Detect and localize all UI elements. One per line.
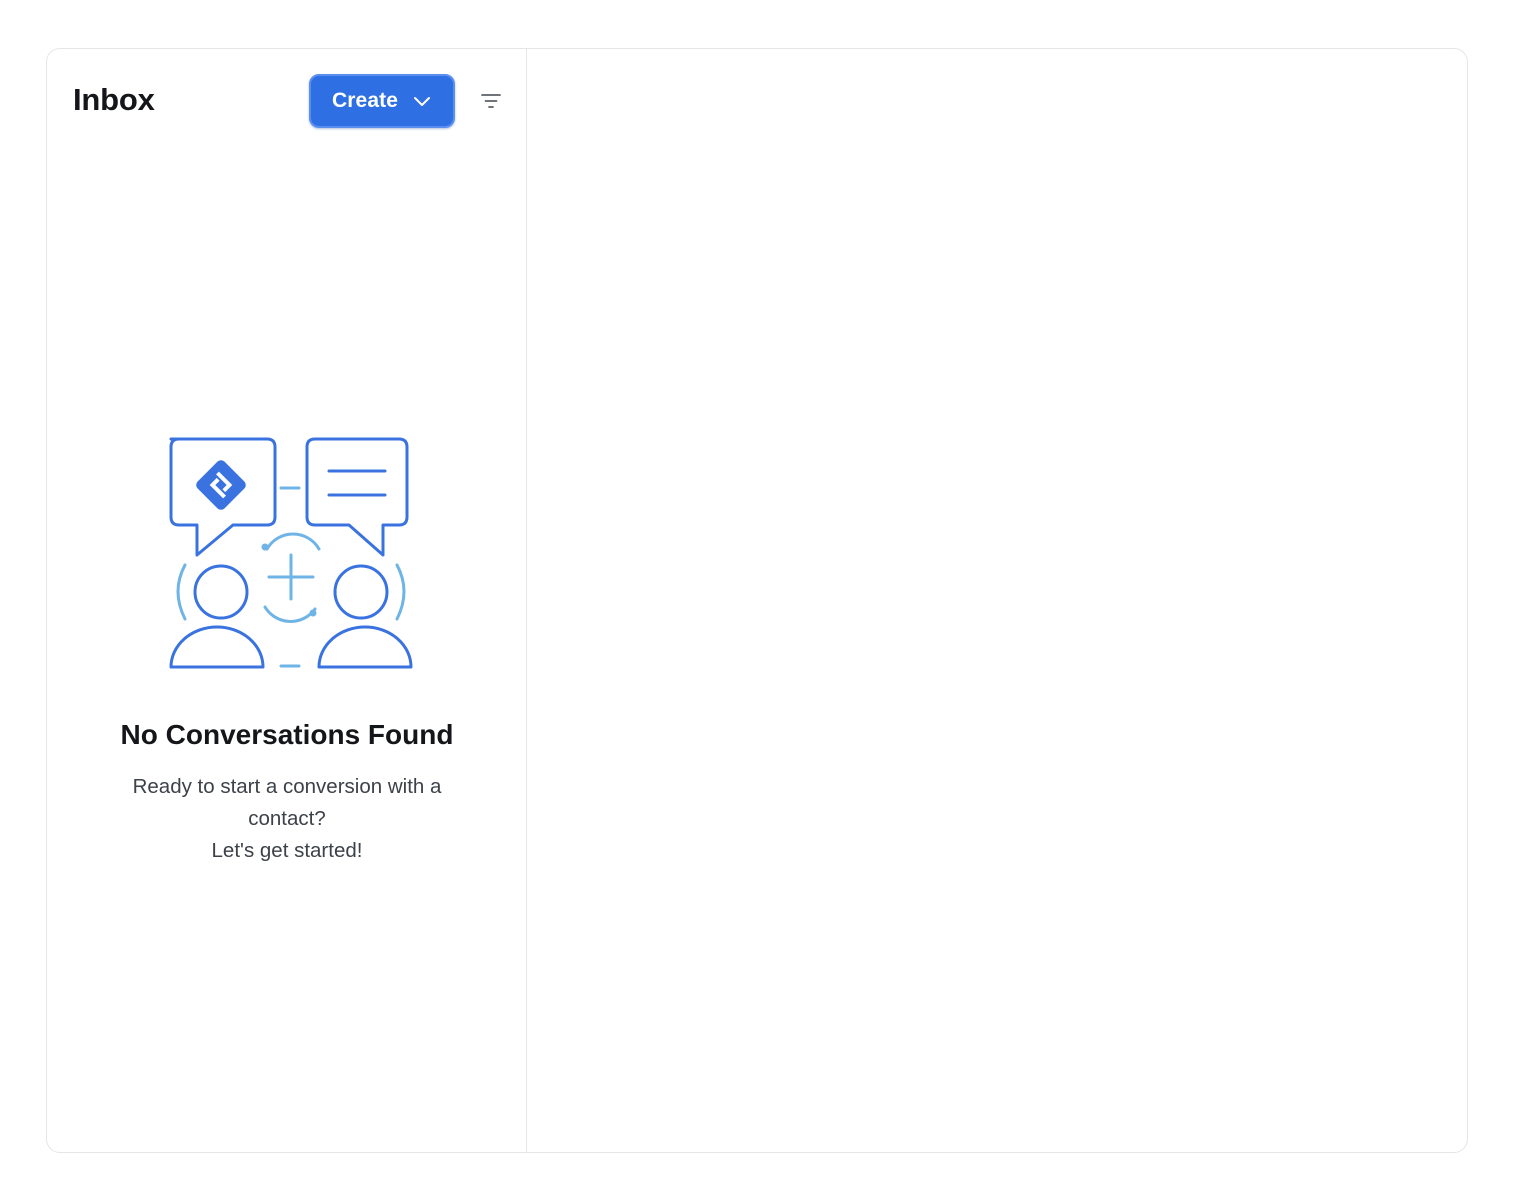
- create-button[interactable]: Create: [309, 74, 455, 128]
- conversation-detail-panel: [527, 49, 1467, 1152]
- empty-state-line-2: Let's get started!: [211, 839, 363, 862]
- app-frame: Inbox Create No Conversations Found Read…: [46, 48, 1468, 1153]
- two-people-chat-illustration: [169, 437, 413, 669]
- empty-state-title: No Conversations Found: [120, 719, 454, 750]
- empty-state-line-1: Ready to start a conversion with a conta…: [132, 775, 442, 830]
- inbox-header: Inbox Create: [47, 49, 526, 153]
- empty-state: No Conversations Found Ready to start a …: [47, 429, 527, 867]
- empty-state-message: Ready to start a conversion with a conta…: [97, 771, 477, 867]
- filter-icon: [481, 94, 501, 108]
- page-title: Inbox: [73, 82, 155, 117]
- inbox-panel: Inbox Create No Conversations Found Read…: [47, 49, 527, 1152]
- create-button-label: Create: [332, 89, 398, 112]
- filter-button[interactable]: [476, 87, 506, 115]
- chevron-down-icon: [413, 97, 430, 106]
